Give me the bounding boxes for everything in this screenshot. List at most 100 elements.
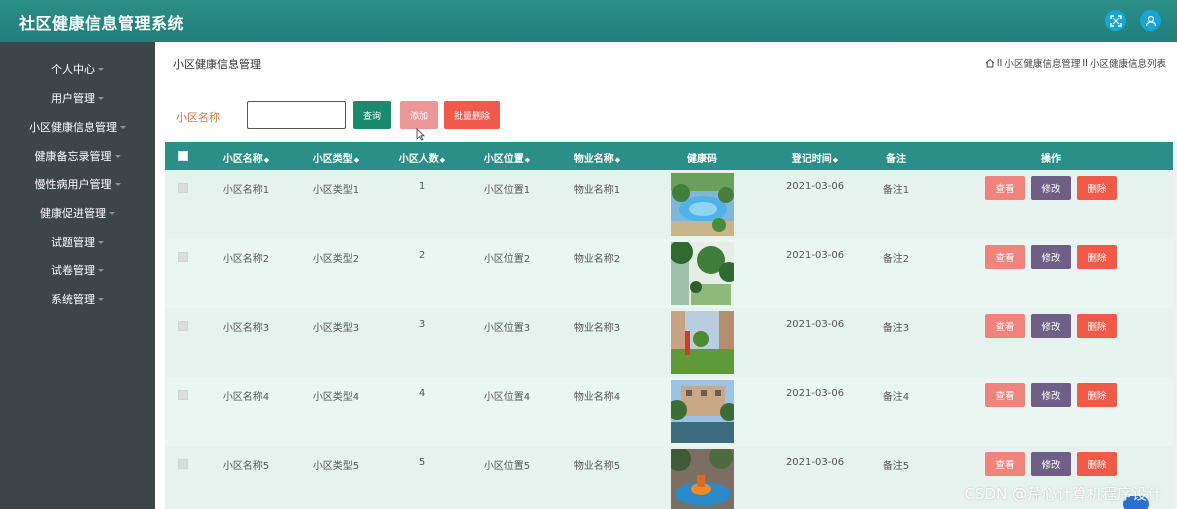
cell-name: 小区名称5 <box>222 461 270 472</box>
row-checkbox[interactable] <box>178 321 188 331</box>
mouse-cursor-icon <box>416 128 425 141</box>
edit-button[interactable]: 修改 <box>1031 245 1071 269</box>
health-code-image[interactable] <box>671 449 734 509</box>
page-scrollbar[interactable] <box>1173 142 1177 509</box>
delete-button[interactable]: 删除 <box>1077 452 1117 476</box>
cell-location: 小区位置5 <box>483 461 531 472</box>
table-row: 小区名称3 小区类型3 3 小区位置3 物业名称3 2021-03-06 备注3… <box>165 308 1177 377</box>
search-label: 小区名称 <box>176 111 220 124</box>
col-people[interactable]: 小区人数◆ <box>399 150 445 165</box>
table-header: 小区名称◆ 小区类型◆ 小区人数◆ 小区位置◆ 物业名称◆ 健康码 登记时间◆ … <box>165 142 1177 170</box>
view-button[interactable]: 查看 <box>985 452 1025 476</box>
cell-time: 2021-03-06 <box>785 388 845 399</box>
health-code-image[interactable] <box>671 242 734 305</box>
cell-property: 物业名称5 <box>573 461 621 472</box>
cell-property: 物业名称1 <box>573 185 621 196</box>
sidebar-item-health-memo[interactable]: 健康备忘录管理 <box>0 146 155 166</box>
search-input[interactable] <box>247 101 346 129</box>
chevron-down-icon <box>114 154 121 158</box>
delete-button[interactable]: 删除 <box>1077 383 1117 407</box>
sort-icon: ◆ <box>439 156 446 164</box>
sidebar-item-papers[interactable]: 试卷管理 <box>0 260 155 280</box>
user-icon <box>1145 15 1156 26</box>
edit-button[interactable]: 修改 <box>1031 176 1071 200</box>
cell-name: 小区名称1 <box>222 185 270 196</box>
col-location[interactable]: 小区位置◆ <box>484 150 530 165</box>
col-name[interactable]: 小区名称◆ <box>223 150 269 165</box>
delete-button[interactable]: 删除 <box>1077 176 1117 200</box>
sidebar-item-chronic-users[interactable]: 慢性病用户管理 <box>0 174 155 194</box>
cell-remark: 备注3 <box>882 323 910 334</box>
row-checkbox[interactable] <box>178 459 188 469</box>
select-all-checkbox[interactable] <box>178 151 188 161</box>
cell-name: 小区名称2 <box>222 254 270 265</box>
add-button[interactable]: 添加 <box>400 101 438 129</box>
cell-people: 4 <box>418 388 426 399</box>
delete-button[interactable]: 删除 <box>1077 314 1117 338</box>
chevron-down-icon <box>98 240 104 244</box>
batch-delete-button[interactable]: 批量删除 <box>444 101 500 129</box>
sort-icon: ◆ <box>614 156 621 164</box>
edit-button[interactable]: 修改 <box>1031 314 1071 338</box>
cell-property: 物业名称3 <box>573 323 621 334</box>
watermark: CSDN @芹心计算机程序设计 <box>964 485 1162 503</box>
view-button[interactable]: 查看 <box>985 314 1025 338</box>
view-button[interactable]: 查看 <box>985 245 1025 269</box>
breadcrumb-item[interactable]: 小区健康信息管理 <box>1004 56 1080 70</box>
fullscreen-icon <box>1109 14 1122 27</box>
sidebar-item-community-health[interactable]: 小区健康信息管理 <box>0 117 155 137</box>
sidebar-item-health-promotion[interactable]: 健康促进管理 <box>0 203 155 223</box>
home-icon[interactable] <box>985 58 995 68</box>
cell-property: 物业名称4 <box>573 392 621 403</box>
data-table: 小区名称◆ 小区类型◆ 小区人数◆ 小区位置◆ 物业名称◆ 健康码 登记时间◆ … <box>165 142 1177 509</box>
user-button[interactable] <box>1140 10 1161 31</box>
col-time[interactable]: 登记时间◆ <box>792 150 838 165</box>
cell-remark: 备注5 <box>882 461 910 472</box>
cell-property: 物业名称2 <box>573 254 621 265</box>
cell-name: 小区名称3 <box>222 323 270 334</box>
breadcrumb-item: 小区健康信息列表 <box>1089 59 1166 70</box>
cell-location: 小区位置2 <box>483 254 531 265</box>
chevron-down-icon <box>98 297 104 301</box>
cell-type: 小区类型2 <box>312 254 360 265</box>
fullscreen-button[interactable] <box>1105 10 1126 31</box>
cell-people: 5 <box>418 457 426 468</box>
row-checkbox[interactable] <box>178 390 188 400</box>
health-code-image[interactable] <box>671 311 734 374</box>
query-button[interactable]: 查询 <box>353 101 391 129</box>
delete-button[interactable]: 删除 <box>1077 245 1117 269</box>
edit-button[interactable]: 修改 <box>1031 383 1071 407</box>
sidebar-item-questions[interactable]: 试题管理 <box>0 232 155 252</box>
cell-time: 2021-03-06 <box>785 457 845 468</box>
health-code-image[interactable] <box>671 173 734 236</box>
cell-name: 小区名称4 <box>222 392 270 403</box>
cell-time: 2021-03-06 <box>785 250 845 261</box>
edit-button[interactable]: 修改 <box>1031 452 1071 476</box>
chevron-down-icon <box>98 268 104 272</box>
table-row: 小区名称1 小区类型1 1 小区位置1 物业名称1 2021-03-06 备注1… <box>165 170 1177 239</box>
view-button[interactable]: 查看 <box>985 383 1025 407</box>
cell-type: 小区类型1 <box>312 185 360 196</box>
row-checkbox[interactable] <box>178 183 188 193</box>
sidebar: 个人中心 用户管理 小区健康信息管理 健康备忘录管理 慢性病用户管理 健康促进管… <box>0 42 155 509</box>
row-checkbox[interactable] <box>178 252 188 262</box>
col-type[interactable]: 小区类型◆ <box>313 150 359 165</box>
cell-type: 小区类型5 <box>312 461 360 472</box>
col-action: 操作 <box>1041 154 1061 165</box>
col-property[interactable]: 物业名称◆ <box>574 150 620 165</box>
cell-type: 小区类型3 <box>312 323 360 334</box>
health-code-image[interactable] <box>671 380 734 443</box>
sidebar-item-users[interactable]: 用户管理 <box>0 88 155 108</box>
view-button[interactable]: 查看 <box>985 176 1025 200</box>
sort-icon: ◆ <box>353 156 360 164</box>
sidebar-item-system[interactable]: 系统管理 <box>0 289 155 309</box>
top-header: 社区健康信息管理系统 <box>0 0 1177 42</box>
cell-people: 1 <box>418 181 426 192</box>
sort-icon: ◆ <box>832 156 839 164</box>
main-content: 小区健康信息管理 II 小区健康信息管理 II 小区健康信息列表 小区名称 查询… <box>155 42 1177 509</box>
cell-type: 小区类型4 <box>312 392 360 403</box>
chevron-down-icon <box>98 67 104 71</box>
sidebar-item-profile[interactable]: 个人中心 <box>0 59 155 79</box>
app-root: 社区健康信息管理系统 个人中心 用户管理 小区健康信息管理 健康备忘录管理 慢性… <box>0 0 1177 509</box>
chevron-down-icon <box>98 96 104 100</box>
